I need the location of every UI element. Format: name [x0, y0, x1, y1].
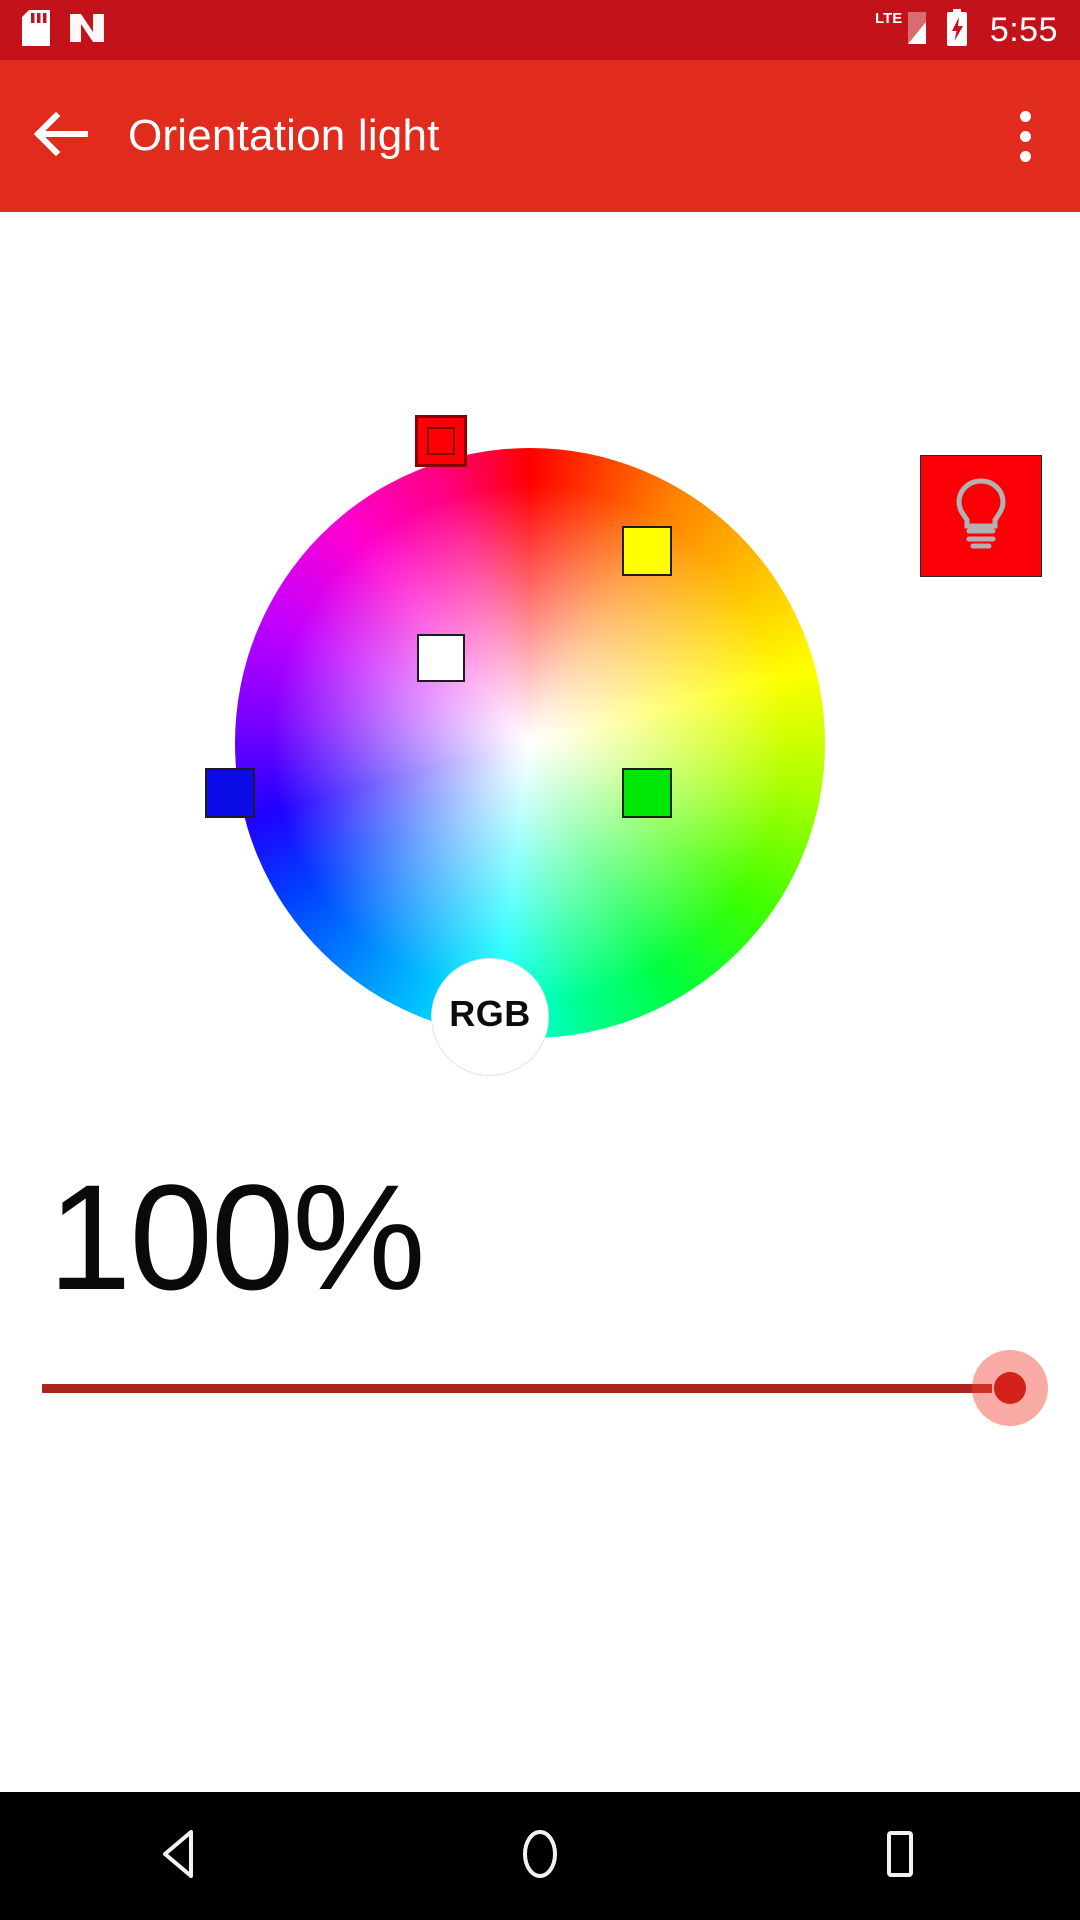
triangle-back-icon: [157, 1828, 203, 1885]
slider-thumb[interactable]: [972, 1350, 1048, 1426]
svg-text:LTE: LTE: [875, 10, 902, 27]
light-toggle-button[interactable]: [920, 455, 1042, 577]
overflow-menu-button[interactable]: [970, 60, 1080, 212]
color-wheel-area: RGB: [205, 415, 825, 1108]
slider-track[interactable]: [42, 1384, 992, 1393]
more-vert-icon: [1019, 110, 1031, 162]
status-bar-clock: 5:55: [989, 11, 1058, 49]
system-navigation-bar: [0, 1792, 1080, 1920]
status-bar-right-icons: LTE 5:55: [874, 8, 1058, 53]
handle-blue[interactable]: [205, 768, 255, 818]
rgb-label: RGB: [449, 993, 531, 1034]
handle-white[interactable]: [417, 634, 465, 682]
square-recents-icon: [879, 1828, 921, 1885]
handle-green[interactable]: [622, 768, 672, 818]
status-bar: LTE 5:55: [0, 0, 1080, 60]
slider-thumb-dot: [994, 1372, 1026, 1404]
sd-card-icon: [22, 9, 50, 51]
brightness-value-label: 100%: [48, 1153, 426, 1321]
nav-home-button[interactable]: [360, 1792, 720, 1920]
brightness-slider[interactable]: [0, 1350, 1080, 1426]
content-area: RGB 100%: [0, 212, 1080, 1792]
page-title: Orientation light: [128, 111, 440, 160]
android-nougat-icon: [68, 10, 106, 51]
nav-recents-button[interactable]: [720, 1792, 1080, 1920]
rgb-mode-badge[interactable]: RGB: [431, 958, 549, 1076]
nav-back-button[interactable]: [0, 1792, 360, 1920]
app-screen: LTE 5:55 Orientation light RGB 100%: [0, 0, 1080, 1920]
back-button[interactable]: [0, 60, 120, 212]
color-wheel[interactable]: [235, 448, 825, 1038]
handle-yellow[interactable]: [622, 526, 672, 576]
arrow-back-icon: [32, 111, 89, 162]
status-bar-left-icons: [22, 9, 106, 51]
selected-inner-ring: [427, 427, 455, 455]
handle-red[interactable]: [415, 415, 467, 467]
light-bulb-icon: [950, 475, 1012, 558]
lte-signal-icon: LTE: [874, 8, 930, 53]
battery-charging-icon: [944, 8, 970, 53]
app-bar: Orientation light: [0, 60, 1080, 212]
circle-home-icon: [517, 1827, 563, 1886]
